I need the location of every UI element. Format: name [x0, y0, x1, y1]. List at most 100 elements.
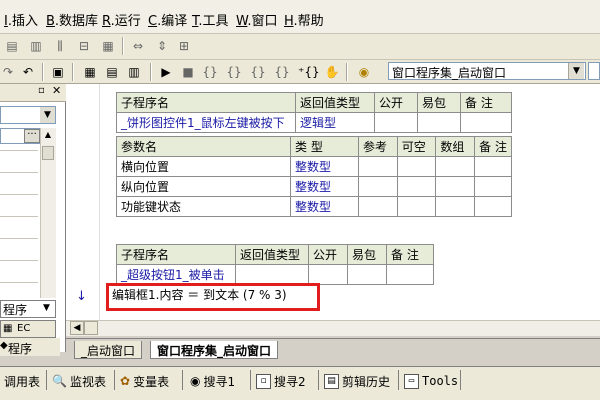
- tab-ec[interactable]: ▦ EC: [0, 320, 56, 338]
- ref-cell[interactable]: [357, 176, 398, 197]
- nullable-cell[interactable]: [396, 156, 437, 177]
- window-selector[interactable]: 窗口程序集_启动窗口: [388, 62, 586, 80]
- left-panel-scrollbar[interactable]: ▲: [40, 128, 56, 298]
- same-width-icon[interactable]: ⇔: [130, 38, 146, 54]
- binoculars-icon[interactable]: ◉: [356, 64, 372, 80]
- library-icon: ▦: [3, 323, 13, 334]
- subroutine-name[interactable]: _超级按钮1_被单击: [116, 264, 236, 285]
- remark-cell[interactable]: [474, 156, 512, 177]
- layout2-icon[interactable]: ▤: [104, 64, 120, 80]
- remark-cell[interactable]: [474, 176, 512, 197]
- breakpoint-icon[interactable]: ⁺{}: [298, 64, 320, 80]
- align-left-icon[interactable]: ▤: [4, 38, 20, 54]
- table-row[interactable]: 横向位置 整数型: [115, 156, 512, 177]
- param-type[interactable]: 整数型: [290, 196, 359, 217]
- param-name[interactable]: 横向位置: [115, 156, 292, 177]
- scroll-thumb[interactable]: [84, 321, 98, 335]
- layout1-icon[interactable]: ▦: [82, 64, 98, 80]
- tab-startup-window[interactable]: _启动窗口: [74, 341, 143, 359]
- header-cell: 返回值类型: [235, 244, 309, 265]
- table-row[interactable]: 功能键状态 整数型: [115, 196, 512, 217]
- tab-variable-table[interactable]: ✿ 变量表: [120, 372, 169, 390]
- return-type[interactable]: 逻辑型: [295, 112, 375, 133]
- align-right-icon[interactable]: ▦: [100, 38, 116, 54]
- align-center-icon[interactable]: ⫼: [52, 38, 68, 54]
- tab-clipboard-history[interactable]: ▤ 剪辑历史: [324, 372, 390, 390]
- header-cell: 易包: [417, 92, 461, 113]
- restore-icon[interactable]: ▫: [38, 85, 45, 96]
- param-name[interactable]: 功能键状态: [115, 196, 292, 217]
- scroll-up-icon[interactable]: ▲: [42, 130, 54, 142]
- layout3-icon[interactable]: ▥: [126, 64, 142, 80]
- toolbar-separator: [122, 37, 124, 55]
- menu-window[interactable]: W.窗口: [236, 10, 278, 29]
- method-selector[interactable]: [588, 62, 600, 80]
- remark-cell[interactable]: [460, 112, 512, 133]
- easy-pack-cell[interactable]: [347, 264, 387, 285]
- tab-search2[interactable]: ▫ 搜寻2: [256, 372, 306, 390]
- scroll-thumb[interactable]: [42, 146, 54, 160]
- header-cell: 公开: [308, 244, 348, 265]
- undo-icon[interactable]: ↶: [20, 64, 36, 80]
- chevron-down-icon[interactable]: ▼: [43, 303, 50, 313]
- tab-watch-table[interactable]: 🔍 监视表: [52, 372, 106, 390]
- current-line-arrow-icon: ↓: [76, 289, 87, 304]
- horizontal-scrollbar[interactable]: [66, 320, 600, 336]
- array-cell[interactable]: [435, 156, 476, 177]
- run-to-cursor-icon[interactable]: {}: [274, 64, 290, 80]
- toolbar-separator: [72, 63, 74, 81]
- return-type[interactable]: [235, 264, 309, 285]
- ref-cell[interactable]: [357, 156, 398, 177]
- subroutine-name[interactable]: _饼形图控件1_鼠标左键被按下: [116, 112, 296, 133]
- remark-cell[interactable]: [474, 196, 512, 217]
- param-type[interactable]: 整数型: [290, 156, 359, 177]
- align-middle-icon[interactable]: ⊟: [76, 38, 92, 54]
- table-row[interactable]: 纵向位置 整数型: [115, 176, 512, 197]
- parameter-table: 参数名 类 型 参考 可空 数组 备 注 横向位置 整数型 纵向位置 整数型 功…: [115, 136, 512, 217]
- step-into-icon[interactable]: {}: [202, 64, 218, 80]
- close-icon[interactable]: ✕: [52, 84, 61, 97]
- scroll-left-icon[interactable]: ◀: [70, 321, 84, 335]
- tab-label: 监视表: [69, 374, 106, 389]
- array-cell[interactable]: [435, 196, 476, 217]
- chevron-down-icon[interactable]: ▼: [568, 63, 584, 79]
- tab-program[interactable]: ◆ 程序: [0, 338, 60, 356]
- tab-call-table[interactable]: 调用表: [4, 372, 40, 390]
- easy-pack-cell[interactable]: [417, 112, 461, 133]
- menu-tools[interactable]: T.工具: [192, 10, 229, 29]
- hand-icon[interactable]: ✋: [324, 64, 340, 80]
- find-icon[interactable]: ▣: [50, 64, 66, 80]
- browse-button[interactable]: ···: [24, 129, 40, 143]
- nullable-cell[interactable]: [396, 176, 437, 197]
- run-icon[interactable]: ▶: [158, 64, 174, 80]
- tab-separator: [46, 370, 47, 390]
- align-top-icon[interactable]: ▥: [28, 38, 44, 54]
- tab-window-assembly[interactable]: 窗口程序集_启动窗口: [150, 341, 279, 359]
- same-height-icon[interactable]: ⇕: [154, 38, 170, 54]
- left-panel-program-combo[interactable]: 程序 ▼: [0, 300, 56, 318]
- public-cell[interactable]: [308, 264, 348, 285]
- chevron-down-icon[interactable]: ▼: [40, 107, 55, 123]
- param-name[interactable]: 纵向位置: [115, 176, 292, 197]
- tree-row: [0, 150, 38, 151]
- menu-compile[interactable]: C.编译: [148, 10, 187, 29]
- param-type[interactable]: 整数型: [290, 176, 359, 197]
- step-over-icon[interactable]: {}: [226, 64, 242, 80]
- step-out-icon[interactable]: {}: [250, 64, 266, 80]
- menu-run[interactable]: R.运行: [102, 10, 141, 29]
- ref-cell[interactable]: [357, 196, 398, 217]
- nullable-cell[interactable]: [396, 196, 437, 217]
- menu-insert[interactable]: I.插入: [4, 10, 38, 29]
- remark-cell[interactable]: [386, 264, 434, 285]
- same-size-icon[interactable]: ⊞: [176, 38, 192, 54]
- menu-database[interactable]: B.数据库: [46, 10, 98, 29]
- table-row[interactable]: _超级按钮1_被单击: [116, 264, 434, 285]
- menu-help[interactable]: H.帮助: [284, 10, 324, 29]
- tab-tools[interactable]: ▭ Tools: [404, 372, 458, 390]
- array-cell[interactable]: [435, 176, 476, 197]
- tab-search1[interactable]: ◉ 搜寻1: [190, 372, 235, 390]
- redo-icon[interactable]: ↷: [0, 64, 16, 80]
- public-cell[interactable]: [374, 112, 418, 133]
- stop-icon[interactable]: ■: [180, 64, 196, 80]
- table-row[interactable]: _饼形图控件1_鼠标左键被按下 逻辑型: [116, 112, 512, 133]
